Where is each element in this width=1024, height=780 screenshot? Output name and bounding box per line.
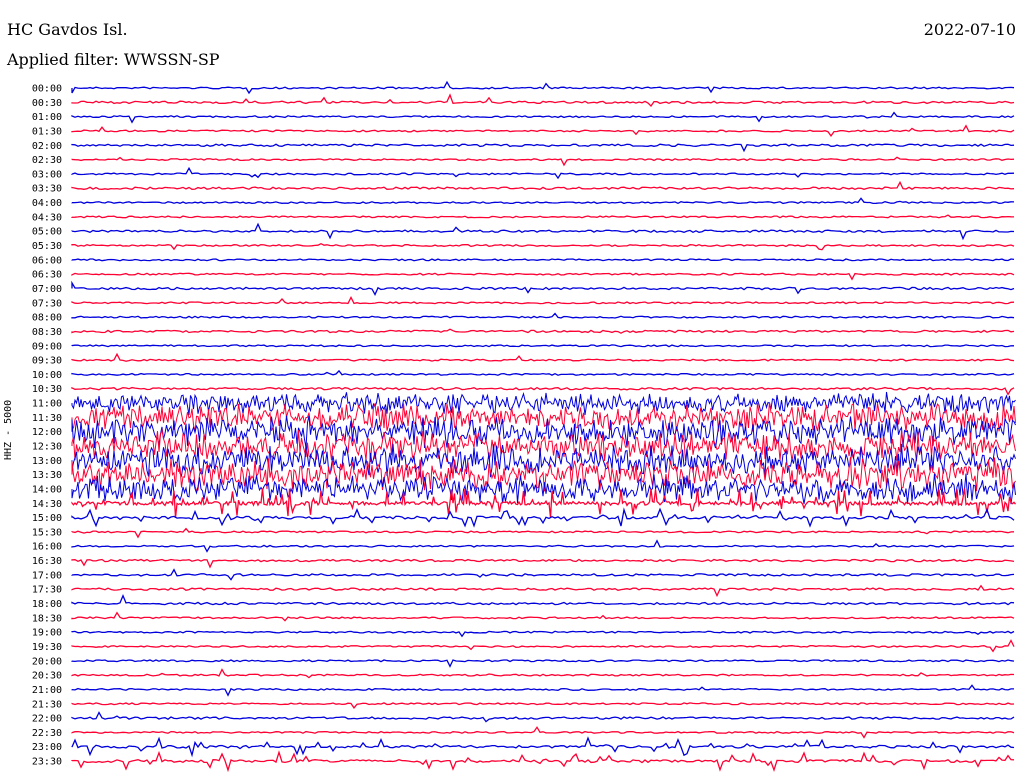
time-tick-label: 17:30 [32,585,62,596]
time-tick-label: 12:00 [32,427,62,438]
time-tick-label: 08:00 [32,313,62,324]
time-tick-label: 02:30 [32,155,62,166]
time-tick-label: 07:30 [32,298,62,309]
time-tick-label: 11:30 [32,413,62,424]
seismic-trace [71,312,1015,319]
time-tick-label: 01:00 [32,112,62,123]
time-tick-label: 14:00 [32,484,62,495]
seismic-trace [71,726,1015,739]
time-tick-label: 20:30 [32,671,62,682]
seismic-trace [71,527,1015,539]
time-tick-label: 16:00 [32,542,62,553]
seismic-trace [71,124,1015,138]
seismic-trace [71,180,1015,191]
seismic-trace [71,369,1015,376]
seismic-trace [71,568,1015,581]
time-tick-label: 05:30 [32,241,62,252]
seismic-trace [71,639,1015,653]
time-tick-label: 22:00 [32,714,62,725]
time-tick-label: 23:30 [32,757,62,768]
time-tick-label: 13:00 [32,456,62,467]
time-tick-label: 13:30 [32,470,62,481]
time-tick-label: 12:30 [32,442,62,453]
time-tick-label: 19:00 [32,628,62,639]
time-tick-label: 10:00 [32,370,62,381]
time-tick-label: 11:00 [32,399,62,410]
seismic-trace [71,659,1015,668]
time-tick-label: 06:00 [32,255,62,266]
time-tick-label: 16:30 [32,556,62,567]
seismic-trace [71,80,1015,95]
seismic-trace [71,584,1015,598]
seismic-trace [71,280,1015,296]
time-tick-label: 01:30 [32,126,62,137]
time-tick-label: 03:30 [32,184,62,195]
time-tick-label: 14:30 [32,499,62,510]
seismic-trace [71,214,1015,219]
seismic-trace [71,507,1015,528]
seismic-trace [71,166,1015,180]
time-tick-label: 15:30 [32,527,62,538]
time-tick-label: 21:30 [32,699,62,710]
seismic-trace [71,143,1015,153]
time-tick-label: 23:00 [32,742,62,753]
time-tick-label: 19:30 [32,642,62,653]
seismic-trace [71,344,1014,348]
seismic-trace [71,611,1015,622]
time-tick-label: 15:00 [32,513,62,524]
seismic-trace [71,736,1015,758]
seismic-trace [71,630,1015,638]
time-tick-label: 09:30 [32,356,62,367]
time-tick-label: 03:00 [32,169,62,180]
time-tick-label: 08:30 [32,327,62,338]
time-tick-label: 00:30 [32,98,62,109]
seismic-trace [71,222,1015,241]
seismic-trace [71,272,1015,281]
time-tick-label: 22:30 [32,728,62,739]
helicorder-plot: 00:00 00:30 01:00 01:30 02:00 02:30 03:00 03:30… [32,80,1017,773]
seismic-trace [71,242,1015,251]
seismic-trace [71,197,1015,205]
seismic-trace [71,258,1015,262]
time-tick-label: 00:00 [32,84,62,95]
time-tick-label: 10:30 [32,384,62,395]
time-tick-label: 04:00 [32,198,62,209]
time-tick-label: 17:00 [32,570,62,581]
time-tick-label: 05:00 [32,227,62,238]
seismic-trace [71,352,1015,362]
seismic-trace [71,684,1014,697]
seismic-trace [71,750,1015,773]
seismic-trace [71,539,1015,553]
seismic-trace [71,391,1016,415]
seismic-trace [71,156,1015,167]
time-tick-label: 04:30 [32,212,62,223]
time-tick-label: 21:00 [32,685,62,696]
time-tick-label: 09:00 [32,341,62,352]
time-tick-label: 02:00 [32,141,62,152]
time-tick-label: 18:30 [32,613,62,624]
seismic-trace [71,328,1015,334]
seismic-trace [71,668,1015,679]
seismic-trace [71,594,1015,606]
seismic-trace [71,295,1015,305]
time-tick-label: 20:00 [32,656,62,667]
seismic-trace [71,711,1015,723]
time-tick-label: 07:00 [32,284,62,295]
time-tick-label: 06:30 [32,270,62,281]
time-tick-label: 18:00 [32,599,62,610]
seismic-trace [71,558,1015,569]
seismic-trace [71,702,1015,709]
seismic-trace [71,111,1015,124]
seismic-trace [71,93,1015,108]
